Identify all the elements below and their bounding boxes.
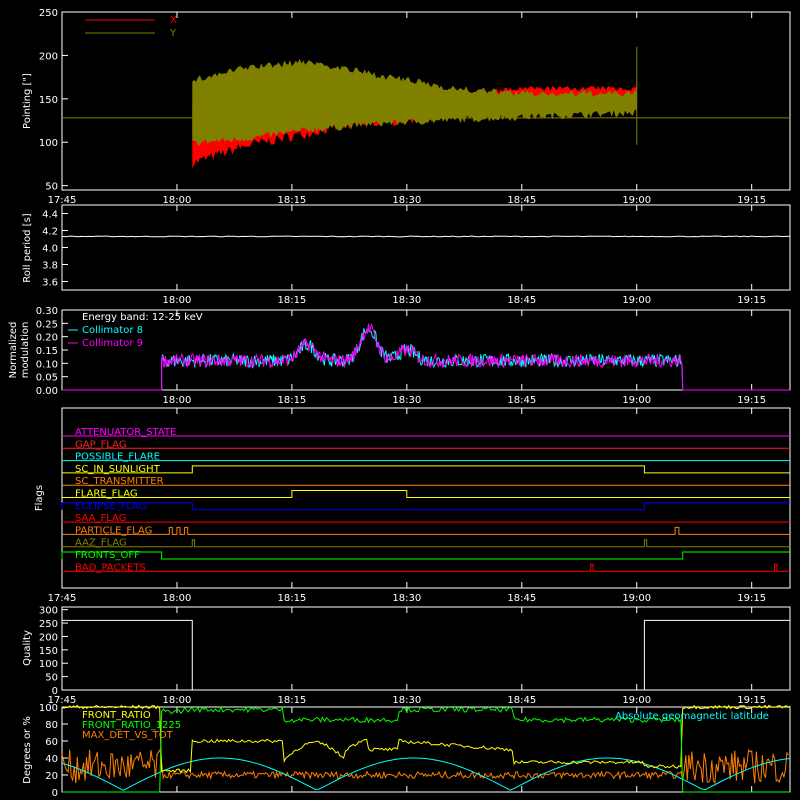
flags-ylabel: Flags (34, 485, 45, 511)
x-tick-label: 18:00 (163, 593, 192, 604)
y-tick-label: 0.05 (36, 373, 58, 384)
x-tick-label: 18:15 (277, 593, 306, 604)
x-tick-label: 19:00 (622, 295, 651, 306)
x-tick-label: 19:00 (622, 593, 651, 604)
y-tick-label: 100 (39, 659, 58, 670)
y-tick-label: 40 (45, 754, 58, 765)
y-tick-label: 200 (39, 632, 58, 643)
modulation-ylabel-2: modulation (20, 322, 31, 379)
y-tick-label: 100 (39, 138, 58, 149)
series-band-y (192, 58, 637, 146)
x-tick-label: 19:15 (737, 593, 766, 604)
x-tick-label: 18:15 (277, 195, 306, 206)
x-tick-label: 18:30 (392, 695, 421, 706)
y-tick-label: 80 (45, 720, 58, 731)
flag-line (61, 502, 790, 511)
y-tick-label: 0 (52, 686, 58, 697)
roll-ylabel: Roll period [s] (22, 213, 33, 282)
x-tick-label: 18:15 (277, 295, 306, 306)
flags-panel: 17:45 18:00 18:15 18:30 18:45 19:00 19:15 ATTE… (34, 407, 791, 604)
x-tick-label: 18:00 (163, 395, 192, 406)
x-tick-label: 18:45 (507, 593, 536, 604)
y-tick-label: 150 (39, 646, 58, 657)
y-tick-label: 0.25 (36, 319, 58, 330)
y-tick-label: 50 (45, 673, 58, 684)
y-tick-label: 250 (39, 619, 58, 630)
quality-line (62, 619, 790, 691)
y-tick-label: 4.2 (42, 227, 58, 238)
x-tick-label: 18:45 (507, 395, 536, 406)
x-tick-label: 19:15 (737, 395, 766, 406)
y-tick-label: 100 (39, 703, 58, 714)
y-tick-label: 0.20 (36, 333, 58, 344)
x-tick-label: 18:30 (392, 295, 421, 306)
x-tick-label: 19:15 (737, 295, 766, 306)
flag-line (61, 551, 790, 560)
x-tick-label: 18:15 (277, 695, 306, 706)
x-tick-label: 18:45 (507, 695, 536, 706)
x-tick-label: 17:45 (48, 593, 77, 604)
x-tick-label: 17:45 (48, 195, 77, 206)
flag-line (62, 563, 790, 572)
x-tick-label: 19:15 (737, 695, 766, 706)
y-tick-label: 0.10 (36, 359, 58, 370)
y-tick-label: 0.15 (36, 346, 58, 357)
pointing-legend: X Y (85, 15, 177, 39)
y-tick-label: 200 (39, 51, 58, 62)
legend-x: X (170, 15, 177, 26)
y-tick-label: 0.30 (36, 306, 58, 317)
y-tick-label: 4.4 (42, 210, 58, 221)
y-tick-label: 50 (45, 182, 58, 193)
modulation-panel: 18:00 18:15 18:30 18:45 19:00 19:15 0.00 0.05 0.… (8, 306, 791, 406)
x-tick-label: 18:45 (507, 195, 536, 206)
x-tick-label: 18:30 (392, 195, 421, 206)
x-tick-label: 19:00 (622, 695, 651, 706)
quality-panel: 17:45 18:00 18:15 18:30 18:45 19:00 19:1505010… (22, 606, 791, 706)
flag-line (62, 526, 790, 535)
y-tick-label: 3.8 (42, 261, 58, 272)
x-tick-label: 19:15 (737, 195, 766, 206)
roll-period-line (61, 235, 791, 238)
y-tick-label: 0 (52, 788, 58, 799)
roll-panel: 18:00 18:15 18:30 18:45 19:00 19:15 3.6 3.8 4.0 4… (22, 204, 791, 306)
flag-line (62, 539, 790, 548)
modulation-ylabel-1: Normalized (8, 322, 19, 379)
y-tick-label: 60 (45, 737, 58, 748)
x-tick-label: 18:45 (507, 295, 536, 306)
chart-figure: 17:45 18:00 18:15 18:30 18:45 19:00 19:15 50 100… (8, 8, 791, 799)
ratios-ylabel: Degrees or % (22, 716, 33, 784)
x-tick-label: 18:30 (392, 593, 421, 604)
y-tick-label: 150 (39, 95, 58, 106)
y-tick-label: 300 (39, 606, 58, 617)
modulation-legend-title: Energy band: 12-25 keV (82, 312, 203, 323)
legend-max-det: MAX_DET_VS_TOT (82, 730, 174, 741)
x-tick-label: 18:00 (163, 295, 192, 306)
legend-collimator-8: Collimator 8 (82, 325, 143, 336)
pointing-panel: 17:45 18:00 18:15 18:30 18:45 19:00 19:15 50 100… (22, 8, 791, 206)
x-tick-label: 18:00 (163, 195, 192, 206)
geomag-latitude-label: Absolute geomagnetic latitude (615, 711, 769, 722)
x-tick-label: 19:00 (622, 195, 651, 206)
pointing-ylabel: Pointing ["] (22, 73, 33, 129)
y-tick-label: 20 (45, 771, 58, 782)
y-tick-label: 0.00 (36, 386, 58, 397)
x-tick-label: 18:30 (392, 395, 421, 406)
y-tick-label: 3.6 (42, 278, 58, 289)
quality-ylabel: Quality (22, 630, 33, 666)
y-tick-label: 250 (39, 8, 58, 19)
x-tick-label: 18:00 (163, 695, 192, 706)
y-tick-label: 4.0 (42, 244, 58, 255)
x-tick-label: 18:15 (277, 395, 306, 406)
flag-line (62, 465, 790, 474)
ratios-panel: 020406080100 Degrees or % FRONT_RATIO FR… (22, 703, 791, 799)
legend-y: Y (169, 28, 177, 39)
flag-line (62, 490, 790, 498)
x-tick-label: 19:00 (622, 395, 651, 406)
legend-collimator-9: Collimator 9 (82, 338, 143, 349)
